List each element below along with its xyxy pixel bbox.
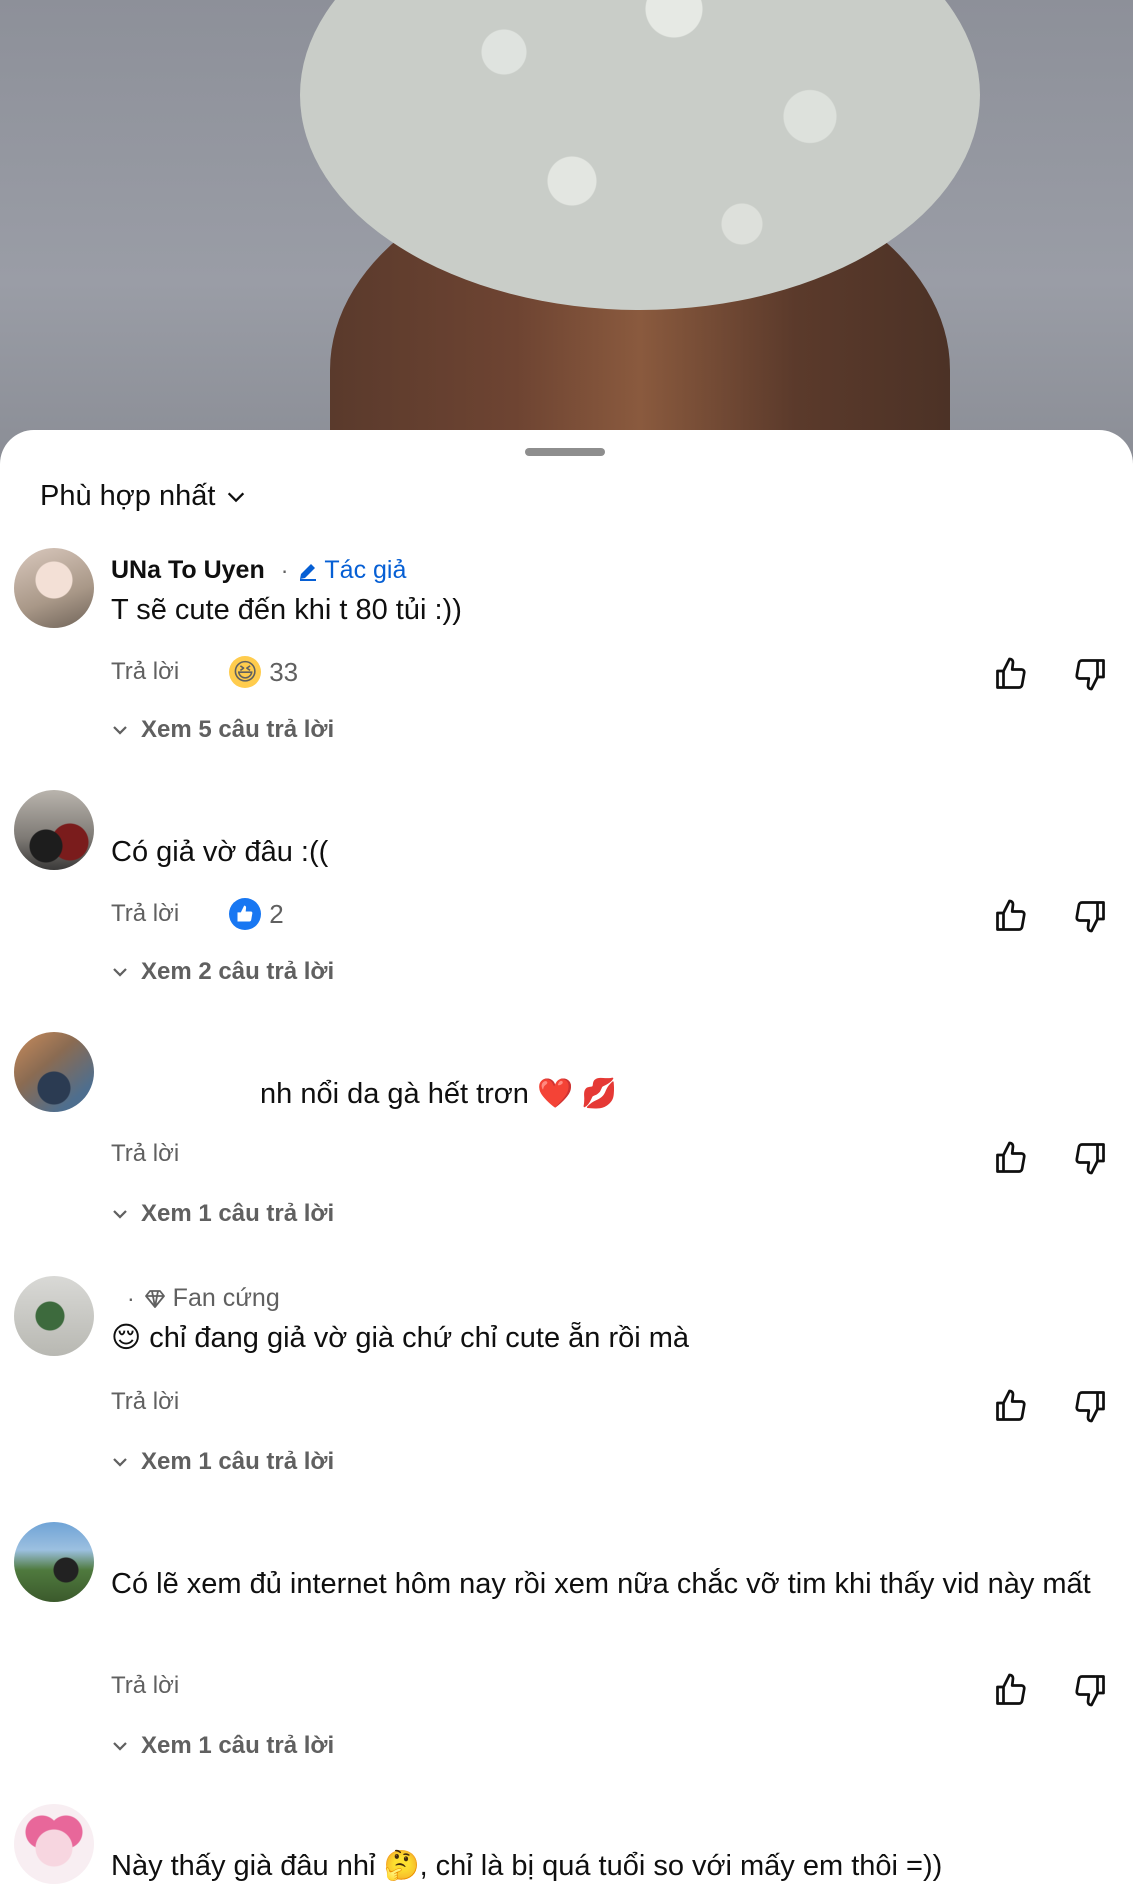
like-reaction-icon: [229, 898, 262, 930]
thumbs-down-icon[interactable]: [1072, 1388, 1108, 1424]
comment-item: · Fan cứng 😌 chỉ đang giả vờ già chứ chỉ…: [0, 1276, 1133, 1476]
thumbs-down-icon[interactable]: [1072, 898, 1108, 934]
view-replies-button[interactable]: Xem 1 câu trả lời: [111, 1732, 334, 1760]
comment-text: T sẽ cute đến khi t 80 tủi :)): [111, 594, 462, 626]
view-replies-button[interactable]: Xem 5 câu trả lời: [111, 716, 334, 744]
comment-text: Có giả vờ đâu :((: [111, 836, 329, 868]
chevron-down-icon: [113, 1742, 127, 1751]
reply-button[interactable]: Trả lời: [111, 1388, 179, 1416]
thumbs-up-icon[interactable]: [993, 1388, 1029, 1424]
sort-label: Phù hợp nhất: [40, 480, 216, 512]
comment-item: Này thấy già đâu nhỉ 🤔, chỉ là bị quá tu…: [0, 1804, 1133, 1904]
laugh-emoji-icon: 😆: [229, 656, 262, 688]
drag-handle[interactable]: [525, 448, 605, 456]
avatar[interactable]: [14, 790, 94, 870]
thumbs-down-icon[interactable]: [1072, 1672, 1108, 1708]
author-badge-label: Tác giả: [324, 556, 407, 584]
reaction-count-value: 2: [269, 898, 284, 929]
thumbs-up-icon[interactable]: [993, 1140, 1029, 1176]
comment-text: Này thấy già đâu nhỉ 🤔, chỉ là bị quá tu…: [111, 1850, 943, 1882]
avatar[interactable]: [14, 1804, 94, 1884]
avatar[interactable]: [14, 1522, 94, 1602]
comment-text: nh nổi da gà hết trơn ❤️ 💋: [260, 1078, 618, 1110]
avatar[interactable]: [14, 548, 94, 628]
thumbs-down-icon[interactable]: [1072, 656, 1108, 692]
diamond-icon: [144, 1289, 165, 1308]
thumbs-up-icon[interactable]: [993, 1672, 1029, 1708]
avatar[interactable]: [14, 1276, 94, 1356]
fan-badge: Fan cứng: [143, 1284, 280, 1313]
author-badge: Tác giả: [296, 556, 406, 585]
reply-button[interactable]: Trả lời: [111, 658, 179, 686]
chevron-down-icon: [228, 492, 245, 502]
avatar[interactable]: [14, 1032, 94, 1112]
reaction-count[interactable]: 😆 33: [229, 656, 298, 688]
comment-item: Có giả vờ đâu :(( Trả lời 2 Xem 2 câu tr…: [0, 790, 1133, 990]
chevron-down-icon: [113, 968, 127, 977]
thumbs-down-icon[interactable]: [1072, 1140, 1108, 1176]
reply-button[interactable]: Trả lời: [111, 1672, 179, 1700]
video-player[interactable]: [0, 0, 1133, 470]
view-replies-button[interactable]: Xem 2 câu trả lời: [111, 958, 334, 986]
pencil-icon: [300, 563, 317, 581]
comment-text: 😌 chỉ đang giả vờ già chứ chỉ cute ẵn rồ…: [111, 1322, 690, 1354]
comment-text: Có lẽ xem đủ internet hôm nay rồi xem nữ…: [111, 1568, 1091, 1600]
view-replies-label: Xem 1 câu trả lời: [141, 1200, 335, 1227]
view-replies-label: Xem 1 câu trả lời: [141, 1448, 335, 1475]
view-replies-button[interactable]: Xem 1 câu trả lời: [111, 1448, 334, 1476]
view-replies-label: Xem 1 câu trả lời: [141, 1732, 335, 1759]
thumbs-up-icon[interactable]: [993, 656, 1029, 692]
reaction-count-value: 33: [269, 656, 299, 687]
view-replies-label: Xem 2 câu trả lời: [141, 958, 335, 985]
chevron-down-icon: [113, 1458, 127, 1467]
chevron-down-icon: [113, 1210, 127, 1219]
view-replies-button[interactable]: Xem 1 câu trả lời: [111, 1200, 334, 1228]
sort-dropdown[interactable]: Phù hợp nhất: [40, 480, 247, 513]
comments-sheet: Phù hợp nhất UNa To Uyen · Tác giả T sẽ …: [0, 430, 1133, 1895]
comment-item: Có lẽ xem đủ internet hôm nay rồi xem nữ…: [0, 1522, 1133, 1762]
comment-item: nh nổi da gà hết trơn ❤️ 💋 Trả lời Xem 1…: [0, 1032, 1133, 1232]
view-replies-label: Xem 5 câu trả lời: [141, 716, 335, 743]
chevron-down-icon: [113, 726, 127, 735]
reaction-count[interactable]: 2: [229, 898, 284, 930]
reply-button[interactable]: Trả lời: [111, 1140, 179, 1168]
thumbs-up-icon[interactable]: [993, 898, 1029, 934]
fan-badge-label: Fan cứng: [172, 1284, 280, 1312]
comment-author[interactable]: UNa To Uyen: [111, 556, 265, 585]
reply-button[interactable]: Trả lời: [111, 900, 179, 928]
comment-item: UNa To Uyen · Tác giả T sẽ cute đến khi …: [0, 548, 1133, 748]
